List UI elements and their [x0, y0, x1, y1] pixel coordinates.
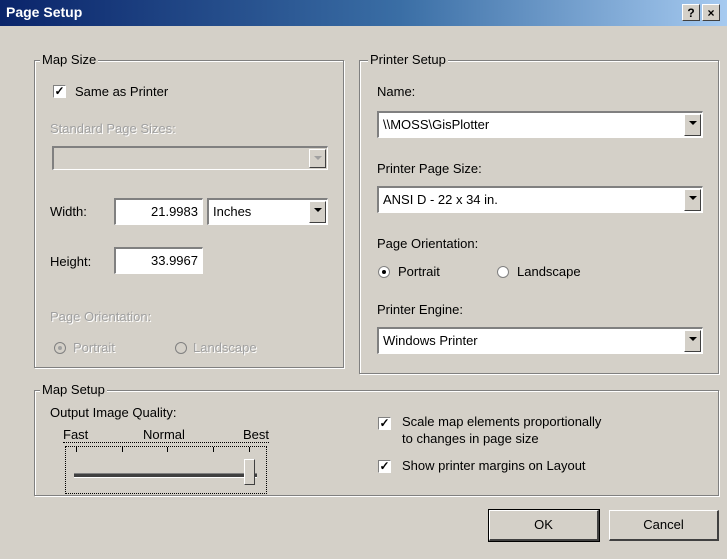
slider-tick [213, 447, 214, 452]
close-button[interactable]: × [702, 4, 720, 21]
output-quality-label: Output Image Quality: [50, 405, 177, 420]
window-title: Page Setup [6, 4, 83, 20]
scale-elements-checkbox[interactable]: ✓ [378, 417, 391, 430]
map-size-legend: Map Size [40, 52, 99, 67]
map-setup-legend: Map Setup [40, 382, 107, 397]
slider-tick [167, 447, 168, 452]
chevron-down-icon[interactable] [684, 114, 701, 136]
width-input[interactable]: 21.9983 [114, 198, 203, 225]
printer-engine-dropdown[interactable]: Windows Printer [377, 327, 703, 354]
map-portrait-label: Portrait [73, 340, 115, 355]
scale-elements-label-line2: to changes in page size [402, 431, 539, 446]
printer-name-label: Name: [377, 84, 416, 99]
printer-engine-label: Printer Engine: [377, 302, 463, 317]
show-margins-checkbox[interactable]: ✓ [378, 460, 391, 473]
chevron-down-icon[interactable] [309, 201, 326, 223]
width-label: Width: [50, 204, 87, 219]
printer-name-dropdown[interactable]: \\MOSS\GisPlotter [377, 111, 703, 138]
chevron-down-icon[interactable] [684, 189, 701, 211]
chevron-down-icon [309, 149, 326, 168]
slider-tick [249, 447, 250, 452]
help-button[interactable]: ? [682, 4, 700, 21]
height-label: Height: [50, 254, 92, 269]
map-portrait-radio [54, 342, 66, 354]
printer-setup-legend: Printer Setup [368, 52, 448, 67]
printer-landscape-label: Landscape [517, 264, 581, 279]
printer-portrait-label: Portrait [398, 264, 440, 279]
map-landscape-label: Landscape [193, 340, 257, 355]
cancel-button[interactable]: Cancel [609, 510, 719, 541]
quality-normal-label: Normal [143, 427, 185, 442]
map-orientation-label: Page Orientation: [50, 309, 152, 324]
chevron-down-icon[interactable] [684, 330, 701, 352]
show-margins-label: Show printer margins on Layout [402, 458, 586, 473]
printer-portrait-radio[interactable] [378, 266, 390, 278]
height-input[interactable]: 33.9967 [114, 247, 203, 274]
printer-page-size-label: Printer Page Size: [377, 161, 482, 176]
standard-page-sizes-dropdown [52, 146, 328, 170]
same-as-printer-checkbox[interactable]: ✓ [53, 85, 66, 98]
quality-fast-label: Fast [63, 427, 89, 442]
quality-scale-labels: Fast Normal Best [63, 427, 269, 443]
map-landscape-radio [175, 342, 187, 354]
slider-tick [76, 447, 77, 452]
scale-elements-label-line1: Scale map elements proportionally [402, 414, 602, 429]
slider-thumb[interactable] [244, 459, 255, 485]
slider-track [74, 473, 257, 478]
quality-slider[interactable] [65, 446, 267, 494]
slider-tick [122, 447, 123, 452]
title-bar [0, 0, 727, 26]
printer-orientation-label: Page Orientation: [377, 236, 479, 251]
standard-page-sizes-label: Standard Page Sizes: [50, 121, 176, 136]
same-as-printer-label: Same as Printer [75, 84, 169, 99]
units-dropdown[interactable]: Inches [207, 198, 328, 225]
printer-page-size-dropdown[interactable]: ANSI D - 22 x 34 in. [377, 186, 703, 213]
printer-landscape-radio[interactable] [497, 266, 509, 278]
quality-best-label: Best [242, 427, 269, 442]
ok-button[interactable]: OK [488, 509, 600, 542]
